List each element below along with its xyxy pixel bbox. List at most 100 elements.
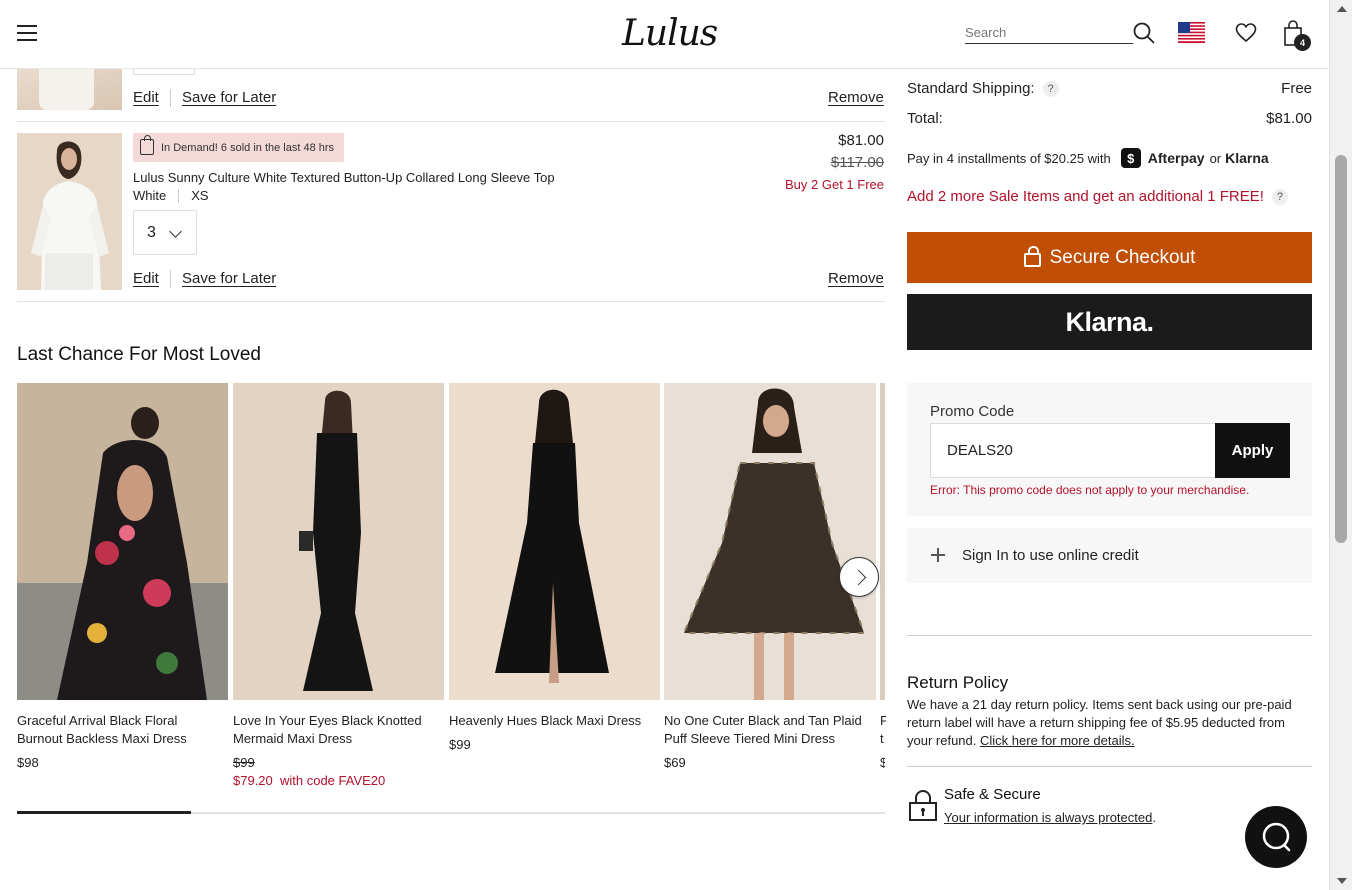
- scroll-down-arrow[interactable]: [1337, 878, 1347, 884]
- cart-item-2-image[interactable]: [17, 133, 122, 290]
- return-divider: [907, 766, 1312, 767]
- product-card-3-name[interactable]: Heavenly Hues Black Maxi Dress: [449, 712, 654, 730]
- product-card-4-name[interactable]: No One Cuter Black and Tan Plaid Puff Sl…: [664, 712, 869, 748]
- klarna-logo[interactable]: Klarna: [1225, 150, 1269, 166]
- product-card-2-sale-price: $79.20 with code FAVE20: [233, 773, 386, 788]
- black-maxi-dress-image: [449, 383, 660, 700]
- product-card-2-original-price: $99: [233, 755, 255, 770]
- wishlist-heart-icon[interactable]: [1235, 22, 1257, 44]
- divider: [170, 270, 171, 288]
- search-input[interactable]: [965, 22, 1133, 42]
- cart-item-2-quantity-select[interactable]: 3: [133, 210, 197, 255]
- black-mermaid-dress-image: [233, 383, 444, 700]
- model-white-top-image: [17, 133, 122, 290]
- cart-item-1-remove-link[interactable]: Remove: [828, 89, 884, 106]
- chat-support-button[interactable]: [1245, 806, 1307, 868]
- product-card-5-name[interactable]: F t: [880, 712, 886, 748]
- shipping-help-icon[interactable]: ?: [1042, 81, 1059, 98]
- sale-promo-message: Add 2 more Sale Items and get an additio…: [907, 188, 1288, 205]
- cart-item-divider: [17, 121, 885, 122]
- shopping-bag-icon: [140, 135, 154, 155]
- divider: [170, 89, 171, 107]
- afterpay-message: Pay in 4 installments of $20.25 with $ A…: [907, 148, 1269, 168]
- shipping-label: Standard Shipping:: [907, 80, 1035, 97]
- product-card-4-price: $69: [664, 755, 686, 770]
- scroll-thumb[interactable]: [1335, 155, 1347, 543]
- carousel-progress: [17, 811, 885, 814]
- cart-item-2-name[interactable]: Lulus Sunny Culture White Textured Butto…: [133, 170, 555, 185]
- secure-checkout-button[interactable]: Secure Checkout: [907, 232, 1312, 283]
- info-protected-link[interactable]: Your information is always protected: [944, 810, 1152, 825]
- sale-promo-text: Add 2 more Sale Items and get an additio…: [907, 188, 1264, 205]
- scroll-up-arrow[interactable]: [1337, 6, 1347, 12]
- cart-item-2-save-later-link[interactable]: Save for Later: [182, 270, 276, 287]
- site-header: Lulus 4: [0, 0, 1329, 69]
- page-scrollbar[interactable]: [1329, 0, 1352, 890]
- menu-icon[interactable]: [17, 25, 37, 41]
- promo-code-input[interactable]: [930, 423, 1216, 478]
- quantity-value: 3: [147, 223, 156, 241]
- product-card-4-image[interactable]: [664, 383, 876, 700]
- cart-count-badge: 4: [1294, 34, 1311, 51]
- promo-error-message: Error: This promo code does not apply to…: [930, 483, 1250, 497]
- padlock-icon: [909, 790, 937, 821]
- recommendations-title: Last Chance For Most Loved: [17, 344, 261, 365]
- cart-item-2-price: $81.00: [838, 132, 884, 149]
- cart-item-1-edit-link[interactable]: Edit: [133, 89, 159, 106]
- return-policy-link[interactable]: Click here for more details.: [980, 733, 1135, 748]
- search-field[interactable]: [965, 22, 1133, 44]
- promo-code-label: Promo Code: [930, 403, 1015, 420]
- product-card-1-price: $98: [17, 755, 39, 770]
- safe-secure-line: Your information is always protected.: [944, 810, 1156, 825]
- product-card-5-image[interactable]: [880, 383, 885, 700]
- or-text: or: [1209, 150, 1222, 166]
- cart-item-2-color: White: [133, 188, 167, 203]
- checkout-label: Secure Checkout: [1049, 246, 1196, 268]
- apply-promo-button[interactable]: Apply: [1215, 423, 1290, 478]
- klarna-checkout-button[interactable]: Klarna.: [907, 294, 1312, 350]
- product-card-2-name[interactable]: Love In Your Eyes Black Knotted Mermaid …: [233, 712, 438, 748]
- chat-icon: [1262, 822, 1291, 852]
- product-card-3-price: $99: [449, 737, 471, 752]
- us-flag-icon[interactable]: [1178, 22, 1205, 43]
- online-credit-label: Sign In to use online credit: [962, 547, 1139, 564]
- product-card-3-image[interactable]: [449, 383, 660, 700]
- product-card-5-price: $: [880, 755, 885, 770]
- plus-icon: [931, 548, 945, 562]
- carousel-next-button[interactable]: [839, 557, 879, 597]
- return-policy-text: We have a 21 day return policy. Items se…: [907, 697, 1292, 748]
- cart-item-2-edit-link[interactable]: Edit: [133, 270, 159, 287]
- cart-item-2-size: XS: [191, 188, 209, 203]
- shipping-value: Free: [1281, 80, 1312, 97]
- safe-secure-title: Safe & Secure: [944, 786, 1041, 803]
- site-logo[interactable]: Lulus: [622, 13, 718, 54]
- cart-item-2-original-price: $117.00: [830, 154, 884, 171]
- sale-help-icon[interactable]: ?: [1271, 188, 1288, 205]
- shipping-row: Standard Shipping:? Free: [907, 80, 1312, 98]
- in-demand-text: In Demand! 6 sold in the last 48 hrs: [161, 141, 335, 154]
- cart-item-2-promo: Buy 2 Get 1 Free: [785, 177, 884, 192]
- product-card-1-name[interactable]: Graceful Arrival Black Floral Burnout Ba…: [17, 712, 222, 748]
- cart-item-1-image[interactable]: [17, 69, 122, 110]
- plaid-mini-dress-image: [664, 383, 876, 700]
- afterpay-logo[interactable]: $ Afterpay: [1120, 148, 1205, 168]
- afterpay-text: Pay in 4 installments of $20.25 with: [907, 150, 1111, 166]
- total-value: $81.00: [1266, 110, 1312, 127]
- afterpay-icon: $: [1120, 148, 1141, 168]
- cart-item-1-save-later-link[interactable]: Save for Later: [182, 89, 276, 106]
- product-card-1-image[interactable]: [17, 383, 228, 700]
- cart-section-divider: [17, 301, 885, 302]
- promo-code-panel: Promo Code Apply Error: This promo code …: [907, 383, 1312, 516]
- online-credit-panel[interactable]: Sign In to use online credit: [907, 528, 1312, 583]
- chevron-down-icon: [169, 225, 182, 238]
- in-demand-badge: In Demand! 6 sold in the last 48 hrs: [133, 133, 345, 162]
- search-icon[interactable]: [1133, 22, 1155, 44]
- summary-divider: [907, 635, 1312, 636]
- lock-icon: [1023, 246, 1041, 267]
- total-row: Total: $81.00: [907, 110, 1312, 127]
- return-policy-title: Return Policy: [907, 673, 1009, 692]
- cart-item-2-remove-link[interactable]: Remove: [828, 270, 884, 287]
- carousel-progress-fill: [17, 811, 191, 814]
- cart-item-2-meta: White XS: [133, 188, 209, 203]
- product-card-2-image[interactable]: [233, 383, 444, 700]
